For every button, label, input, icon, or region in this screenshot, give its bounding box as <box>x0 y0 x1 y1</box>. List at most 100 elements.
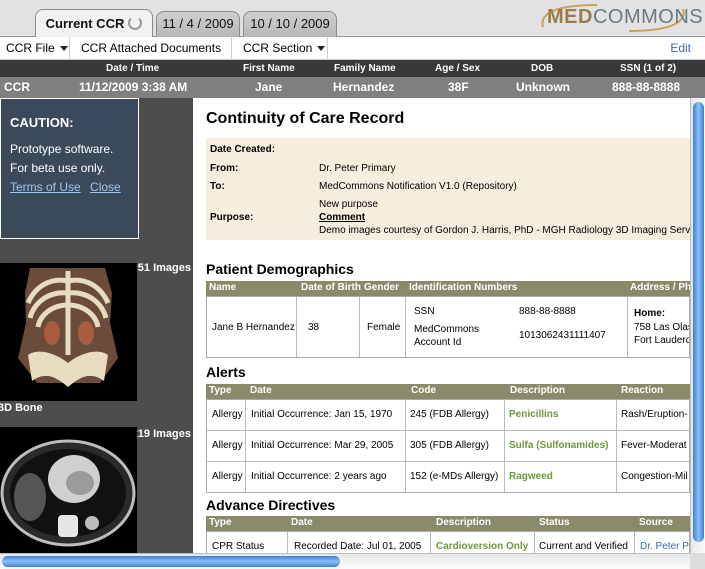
section-title-demographics: Patient Demographics <box>206 261 354 277</box>
series-thumbnail-ct[interactable] <box>0 427 137 553</box>
patient-dob: 38 <box>308 322 320 333</box>
edit-link[interactable]: Edit <box>670 41 691 55</box>
section-title-alerts: Alerts <box>206 364 246 380</box>
col-header-name: Name <box>209 282 237 293</box>
address-line1: 758 Las Olas <box>634 322 690 333</box>
vertical-scrollbar[interactable] <box>690 98 705 553</box>
alerts-table: Allergy Initial Occurrence: Jan 15, 1970… <box>206 399 690 493</box>
tab-label: 10 / 10 / 2009 <box>250 16 330 31</box>
alert-description: Ragweed <box>509 471 553 482</box>
directives-table-header: Type Date Description Status Source <box>206 516 690 531</box>
ct-scan-image <box>0 427 137 553</box>
comment-label: Comment <box>319 212 366 223</box>
series-count: 51 Images <box>137 262 191 274</box>
col-header-type: Type <box>209 517 232 528</box>
col-header-description: Description <box>510 385 566 396</box>
series-thumbnail-3d-bone[interactable] <box>0 263 137 401</box>
caution-line2: For beta use only. <box>10 161 106 175</box>
app-window: Current CCR 11 / 4 / 2009 10 / 10 / 2009… <box>0 0 705 569</box>
vertical-scroll-thumb[interactable] <box>693 102 704 542</box>
account-label-line2: Account Id <box>414 337 462 348</box>
alerts-table-header: Type Date Code Description Reaction <box>206 384 690 399</box>
header-label-datetime: Date / Time <box>106 63 160 74</box>
series-count: 219 Images <box>131 428 191 440</box>
patient-header-labels: Date / Time First Name Family Name Age /… <box>0 60 705 77</box>
demographics-table-row: Jane B Hernandez 38 Female SSN 888-88-88… <box>206 296 690 358</box>
alert-code: 305 (FDB Allergy) <box>410 440 489 451</box>
horizontal-scrollbar[interactable] <box>0 553 690 569</box>
account-value: 1013062431111407 <box>519 330 606 341</box>
header-value-datetime: 11/12/2009 3:38 AM <box>79 80 188 94</box>
menu-label: CCR Section <box>243 41 313 55</box>
menu-ccr-attached-documents[interactable]: CCR Attached Documents <box>75 37 232 73</box>
header-label-family-name: Family Name <box>334 63 396 74</box>
tab-2009-11-04[interactable]: 11 / 4 / 2009 <box>156 11 240 37</box>
header-value-first-name: Jane <box>255 80 283 94</box>
logo-part2: COMMONS <box>592 6 704 28</box>
alert-reaction: Fever-Moderat <box>621 440 687 451</box>
purpose-label: Purpose: <box>210 212 254 223</box>
directive-source-link[interactable]: Dr. Peter P <box>640 541 689 552</box>
col-header-reaction: Reaction <box>621 385 664 396</box>
menu-ccr-section[interactable]: CCR Section <box>237 37 328 60</box>
refresh-icon[interactable] <box>128 16 143 30</box>
series-label: 3D Bone <box>0 402 43 414</box>
col-header-date: Date <box>250 385 272 396</box>
patient-gender: Female <box>367 322 401 333</box>
directive-date: Recorded Date: Jul 01, 2005 <box>294 541 422 552</box>
to-value: MedCommons Notification V1.0 (Repository… <box>319 181 517 192</box>
caution-title: CAUTION: <box>10 115 74 130</box>
header-value-ssn: 888-88-8888 <box>612 80 681 94</box>
header-value-dob: Unknown <box>516 80 570 94</box>
tab-label: 11 / 4 / 2009 <box>162 16 234 31</box>
tab-label: Current CCR <box>45 16 125 31</box>
caution-box: CAUTION: Prototype software. For beta us… <box>0 98 139 239</box>
col-header-code: Code <box>411 385 436 396</box>
col-header-source: Source <box>639 517 673 528</box>
menu-label: CCR File <box>6 41 55 55</box>
alert-type: Allergy <box>212 409 243 420</box>
close-link[interactable]: Close <box>90 180 121 194</box>
from-label: From: <box>210 163 239 174</box>
header-label-first-name: First Name <box>243 63 295 74</box>
horizontal-scroll-thumb[interactable] <box>2 556 340 567</box>
patient-header-values: CCR 11/12/2009 3:38 AM Jane Hernandez 38… <box>0 77 705 98</box>
header-label-ssn: SSN (1 of 2) <box>620 63 677 74</box>
alert-date: Initial Occurrence: 2 years ago <box>251 471 387 482</box>
ccr-document: Continuity of Care Record Date Created: … <box>193 98 690 553</box>
caution-line1: Prototype software. <box>10 142 114 156</box>
directive-type: CPR Status <box>212 541 265 552</box>
header-value-age-sex: 38F <box>448 80 469 94</box>
header-label-dob: DOB <box>531 63 554 74</box>
scrollbar-corner <box>690 553 705 569</box>
date-created-label: Date Created: <box>210 144 276 155</box>
menu-ccr-file[interactable]: CCR File <box>0 37 70 60</box>
tab-bar: Current CCR 11 / 4 / 2009 10 / 10 / 2009… <box>0 0 705 38</box>
home-label: Home: <box>634 308 666 319</box>
menu-bar: CCR File CCR Attached Documents CCR Sect… <box>0 37 705 73</box>
account-label-line1: MedCommons <box>414 324 480 335</box>
terms-of-use-link[interactable]: Terms of Use <box>10 180 81 194</box>
alert-code: 152 (e-MDs Allergy) <box>410 471 499 482</box>
address-line2: Fort Lauderd <box>634 335 690 346</box>
col-header-status: Status <box>539 517 570 528</box>
comment-value: Demo images courtesy of Gordon J. Harris… <box>319 225 690 236</box>
alert-date: Initial Occurrence: Jan 15, 1970 <box>251 409 393 420</box>
tab-current-ccr[interactable]: Current CCR <box>35 9 153 38</box>
directives-table: CPR Status Recorded Date: Jul 01, 2005 C… <box>206 531 690 553</box>
ccr-info-box: Date Created: From: Dr. Peter Primary To… <box>206 138 690 240</box>
col-header-date: Date <box>291 517 313 528</box>
document-title: Continuity of Care Record <box>206 110 405 127</box>
col-header-description: Description <box>436 517 492 528</box>
tab-2009-10-10[interactable]: 10 / 10 / 2009 <box>243 11 337 37</box>
alert-date: Initial Occurrence: Mar 29, 2005 <box>251 440 394 451</box>
alert-reaction: Congestion-Mil <box>621 471 688 482</box>
col-header-type: Type <box>209 385 232 396</box>
directive-description: Cardioversion Only <box>436 541 529 552</box>
directive-status: Current and Verified <box>539 541 628 552</box>
bone-render-image <box>0 263 137 401</box>
header-label-age-sex: Age / Sex <box>435 63 481 74</box>
to-label: To: <box>210 181 225 192</box>
purpose-value: New purpose <box>319 199 378 210</box>
logo-part1: MED <box>547 6 593 28</box>
